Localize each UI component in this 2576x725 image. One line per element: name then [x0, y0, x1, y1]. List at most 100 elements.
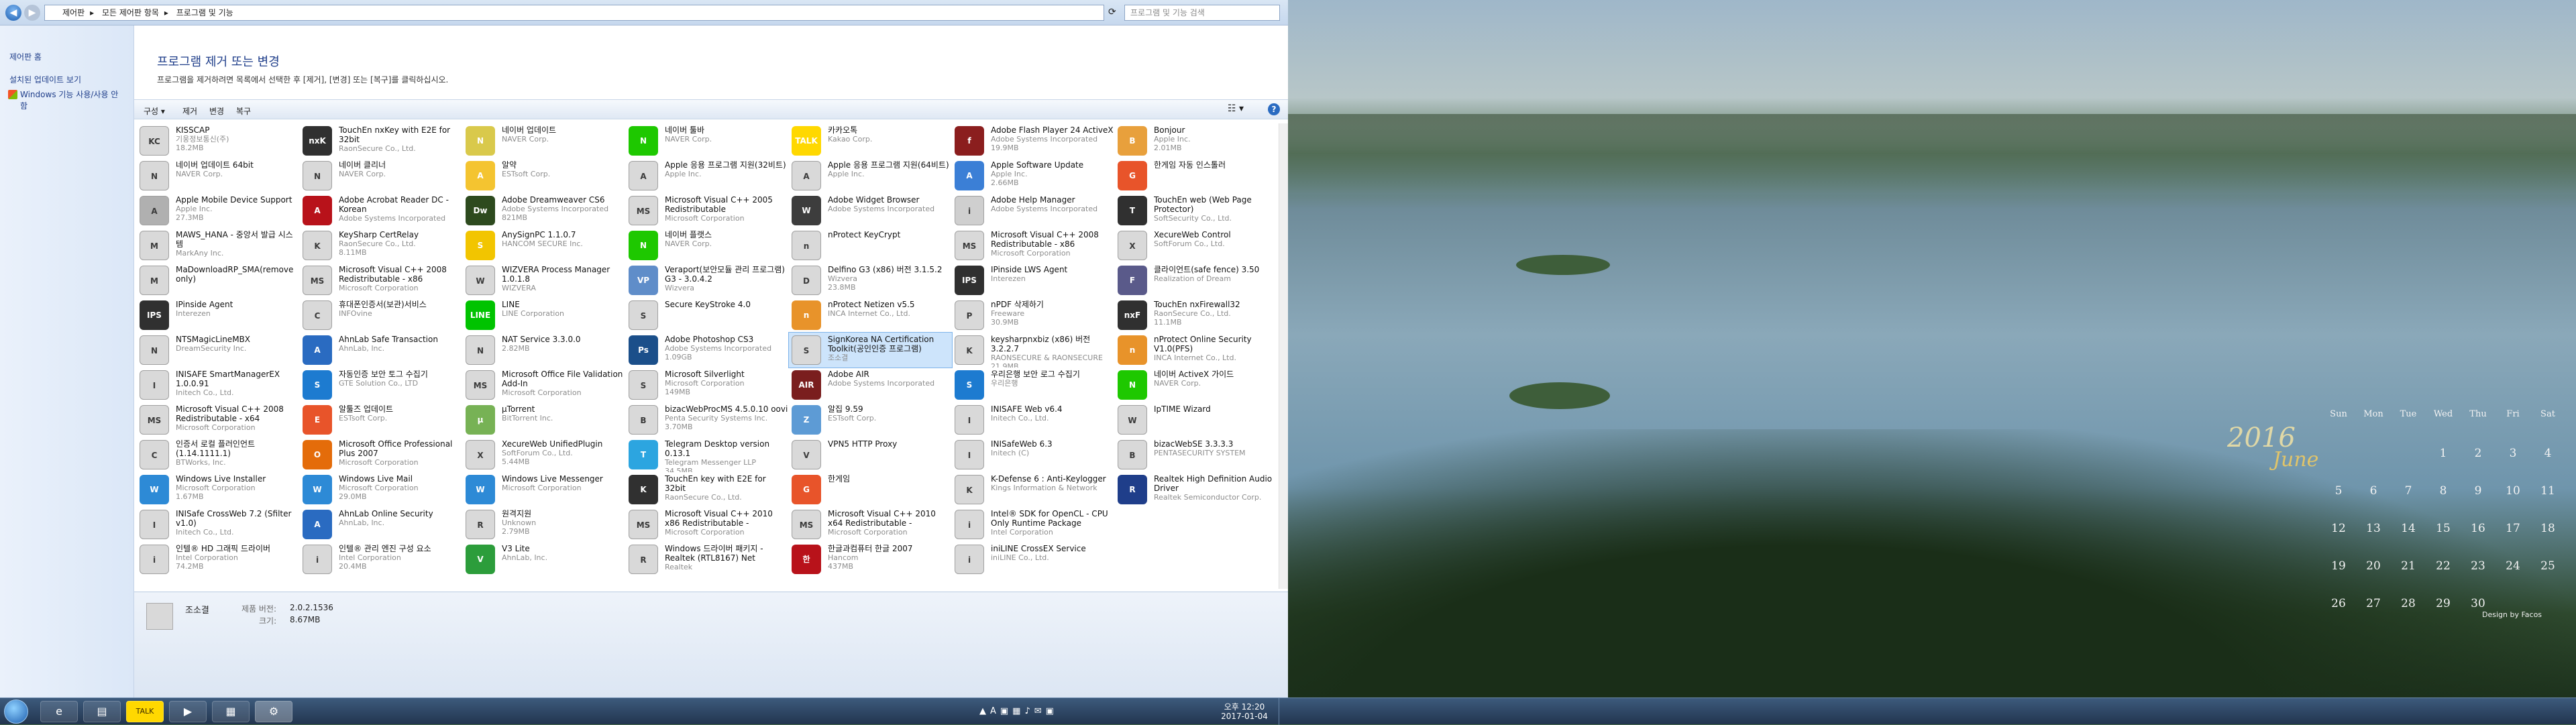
program-item[interactable]: G 한게임 자동 인스톨러 [1115, 158, 1278, 193]
program-item[interactable]: nxF TouchEn nxFirewall32 RaonSecure Co., L… [1115, 298, 1278, 333]
change-button[interactable]: 변경 [209, 105, 224, 117]
sidebar-link-installed-updates[interactable]: 설치된 업데이트 보기 [9, 74, 81, 85]
program-item[interactable]: S 자동인증 보안 토그 수집기 GTE Solution Co., LTD [300, 368, 463, 402]
program-item[interactable]: R 원격지원 Unknown 2.79MB [463, 507, 626, 542]
program-item[interactable]: Kkeysharpnxbiz (x86) 버전 3.2.2.7 RAONSECUR… [952, 333, 1115, 368]
program-item[interactable]: S Secure KeyStroke 4.0 [626, 298, 789, 333]
ie-taskbar-icon[interactable]: e [40, 701, 78, 722]
program-item[interactable]: B Bonjour Apple Inc. 2.01MB [1115, 123, 1278, 158]
program-item[interactable]: i Intel® SDK for OpenCL - CPU Only Runtim… [952, 507, 1115, 542]
program-item[interactable]: N 네이버 업데이트 64bit NAVER Corp. [137, 158, 300, 193]
sidebar-link-control-panel-home[interactable]: 제어판 홈 [9, 51, 42, 62]
clock-date[interactable]: 2017-01-04 [1221, 712, 1268, 721]
back-button[interactable]: ◀ [5, 5, 21, 21]
program-item[interactable]: A Adobe Acrobat Reader DC - Korean Adobe S… [300, 193, 463, 228]
program-item[interactable]: I INISafeWeb 6.3 Initech (C) [952, 437, 1115, 472]
program-item[interactable]: MS Microsoft Office File Validation Add-I… [463, 368, 626, 402]
program-item[interactable]: Dw Adobe Dreamweaver CS6 Adobe Systems Inc… [463, 193, 626, 228]
program-item[interactable]: V VPN5 HTTP Proxy [789, 437, 952, 472]
program-item[interactable]: LINE LINE LINE Corporation [463, 298, 626, 333]
program-item[interactable]: N 네이버 툴바 NAVER Corp. [626, 123, 789, 158]
clock-time[interactable]: 오후 12:20 [1221, 701, 1268, 712]
organize-button[interactable]: 구성 ▾ [144, 105, 165, 117]
program-item[interactable]: A AhnLab Online Security AhnLab, Inc. [300, 507, 463, 542]
program-item[interactable]: µ µTorrent BitTorrent Inc. [463, 402, 626, 437]
program-item[interactable]: A Apple 응용 프로그램 지원(64비트) Apple Inc. [789, 158, 952, 193]
view-options-icon[interactable]: ☷ ▾ [1228, 103, 1244, 114]
program-item[interactable]: I INISAFE Web v6.4 Initech Co., Ltd. [952, 402, 1115, 437]
program-item[interactable]: A Apple Software Update Apple Inc. 2.66MB [952, 158, 1115, 193]
program-item[interactable]: S 우리은행 보안 로그 수집기 우리은행 [952, 368, 1115, 402]
program-item[interactable]: n nProtect Online Security V1.0(PFS) INCA … [1115, 333, 1278, 368]
program-item[interactable]: 한 한글과컴퓨터 한글 2007 Hancom 437MB [789, 542, 952, 577]
program-item[interactable]: T Telegram Desktop version 0.13.1 Telegram… [626, 437, 789, 472]
program-item[interactable]: IPS IPinside LWS Agent Interezen [952, 263, 1115, 298]
program-item[interactable]: S SignKorea NA Certification Toolkit(공인인증… [788, 332, 953, 368]
refresh-icon[interactable]: ⟳ [1108, 7, 1116, 17]
program-item[interactable]: BbizacWebProcMS 4.5.0.10 oovi Penta Secur… [626, 402, 789, 437]
program-item[interactable]: X XecureWeb UnifiedPlugin SoftForum Co., L… [463, 437, 626, 472]
program-item[interactable]: W Adobe Widget Browser Adobe Systems Incor… [789, 193, 952, 228]
program-item[interactable]: A AhnLab Safe Transaction AhnLab, Inc. [300, 333, 463, 368]
program-item[interactable]: MS Microsoft Visual C++ 2008 Redistributa… [952, 228, 1115, 263]
help-icon[interactable]: ? [1268, 103, 1280, 115]
app-taskbar-icon[interactable]: ▦ [212, 701, 250, 722]
program-item[interactable]: E 알툴즈 업데이트 ESTsoft Corp. [300, 402, 463, 437]
program-item[interactable]: MS Microsoft Visual C++ 2008 Redistributa… [300, 263, 463, 298]
program-item[interactable]: TALK 카카오톡 Kakao Corp. [789, 123, 952, 158]
program-item[interactable]: MS Microsoft Visual C++ 2005 Redistributa… [626, 193, 789, 228]
program-item[interactable]: D Delfino G3 (x86) 버전 3.1.5.2 Wizvera 23.8M… [789, 263, 952, 298]
program-item[interactable]: F 클라이언트(safe fence) 3.50 Realization of Dr… [1115, 263, 1278, 298]
program-item[interactable]: AIR Adobe AIR Adobe Systems Incorporated [789, 368, 952, 402]
breadcrumb-item[interactable]: 모든 제어판 항목 [102, 8, 159, 17]
program-item[interactable]: N 네이버 ActiveX 가이드 NAVER Corp. [1115, 368, 1278, 402]
program-item[interactable]: K TouchEn key with E2E for 32bit RaonSecur… [626, 472, 789, 507]
explorer-taskbar-icon[interactable]: ▤ [83, 701, 121, 722]
breadcrumb[interactable]: 제어판 ▸ 모든 제어판 항목 ▸ 프로그램 및 기능 [44, 5, 1104, 21]
program-item[interactable]: f Adobe Flash Player 24 ActiveX Adobe Syst… [952, 123, 1115, 158]
program-item[interactable]: R Windows 드라이버 패키지 - Realtek (RTL8167) Ne… [626, 542, 789, 577]
program-item[interactable]: MS Microsoft Visual C++ 2010 x86 Redistri… [626, 507, 789, 542]
program-item[interactable]: C 휴대폰인증서(보관)서비스 INFOvine [300, 298, 463, 333]
tray-icons[interactable]: ▲A▣▦♪✉▣ [979, 706, 1058, 716]
program-item[interactable]: R Realtek High Definition Audio Driver Rea… [1115, 472, 1278, 507]
program-item[interactable]: nxK TouchEn nxKey with E2E for 32bit RaonS… [300, 123, 463, 158]
program-item[interactable]: W Windows Live Mail Microsoft Corporation 2… [300, 472, 463, 507]
program-item[interactable]: C 인증서 로컬 플러인언트 (1.14.1111.1) BTWorks, Inc. [137, 437, 300, 472]
forward-button[interactable]: ▶ [24, 5, 40, 21]
program-item[interactable]: O Microsoft Office Professional Plus 2007… [300, 437, 463, 472]
program-item[interactable]: I INISafe CrossWeb 7.2 (Sfilter v1.0) Init… [137, 507, 300, 542]
program-item[interactable]: K K-Defense 6 : Anti-Keylogger Kings Infor… [952, 472, 1115, 507]
program-item[interactable]: N NAT Service 3.3.0.0 2.82MB [463, 333, 626, 368]
program-item[interactable]: i iniLINE CrossEX Service iniLINE Co., Ltd… [952, 542, 1115, 577]
program-item[interactable]: n nProtect KeyCrypt [789, 228, 952, 263]
program-item[interactable]: W WIZVERA Process Manager 1.0.1.8 WIZVERA [463, 263, 626, 298]
breadcrumb-item[interactable]: 제어판 [62, 8, 85, 17]
breadcrumb-item[interactable]: 프로그램 및 기능 [176, 8, 233, 17]
program-item[interactable]: M MAWS_HANA - 중앙서 발급 시스템 MarkAny Inc. [137, 228, 300, 263]
program-item[interactable]: T TouchEn web (Web Page Protector) SoftSec… [1115, 193, 1278, 228]
program-item[interactable]: N 네이버 업데이트 NAVER Corp. [463, 123, 626, 158]
scrollbar[interactable] [1279, 123, 1288, 589]
program-item[interactable]: PnPDF 삭제하기 Freeware 30.9MB [952, 298, 1115, 333]
search-input[interactable]: 프로그램 및 기능 검색 [1124, 5, 1280, 21]
program-item[interactable]: BbizacWebSE 3.3.3.3 PENTASECURITY SYSTEM [1115, 437, 1278, 472]
program-item[interactable]: N 네이버 플랫스 NAVER Corp. [626, 228, 789, 263]
kakaotalk-taskbar-icon[interactable]: TALK [126, 701, 164, 722]
program-item[interactable]: KC KISSCAP 기웅정보통신(주) 18.2MB [137, 123, 300, 158]
program-item[interactable]: n nProtect Netizen v5.5 INCA Internet Co.,… [789, 298, 952, 333]
program-item[interactable]: N NTSMagicLineMBX DreamSecurity Inc. [137, 333, 300, 368]
show-desktop-button[interactable] [1279, 698, 1287, 725]
program-item[interactable]: G 한게임 [789, 472, 952, 507]
start-button[interactable] [4, 700, 28, 724]
program-item[interactable]: A Apple Mobile Device Support Apple Inc. 27… [137, 193, 300, 228]
program-item[interactable]: W Windows Live Installer Microsoft Corpora… [137, 472, 300, 507]
program-item[interactable]: IPS IPinside Agent Interezen [137, 298, 300, 333]
program-item[interactable]: W Windows Live Messenger Microsoft Corpora… [463, 472, 626, 507]
program-item[interactable]: W IpTIME Wizard [1115, 402, 1278, 437]
sidebar-link-windows-features[interactable]: Windows 기능 사용/사용 안 함 [20, 89, 127, 111]
program-item[interactable]: MS Microsoft Visual C++ 2010 x64 Redistri… [789, 507, 952, 542]
program-item[interactable]: M MaDownloadRP_SMA(remove only) [137, 263, 300, 298]
program-item[interactable]: MS Microsoft Visual C++ 2008 Redistributa… [137, 402, 300, 437]
program-item[interactable]: A 알약 ESTsoft Corp. [463, 158, 626, 193]
